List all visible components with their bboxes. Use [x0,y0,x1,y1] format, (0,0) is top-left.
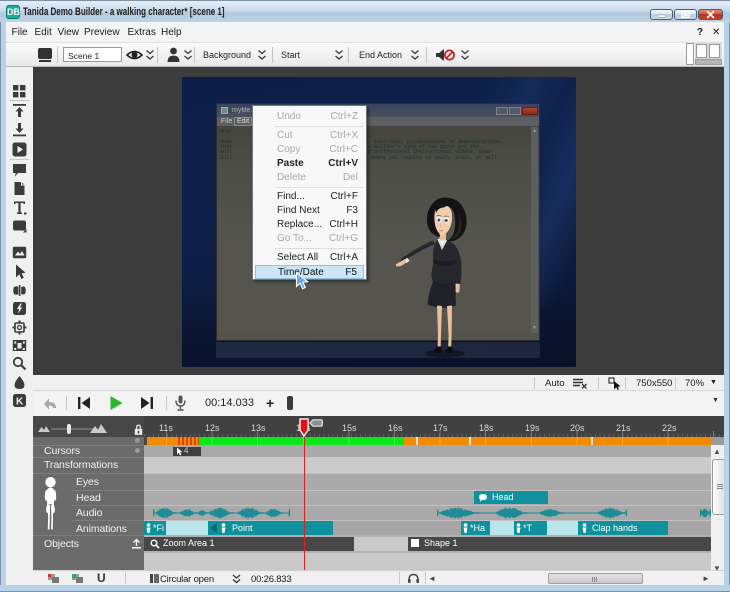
svg-text:K: K [16,397,24,408]
